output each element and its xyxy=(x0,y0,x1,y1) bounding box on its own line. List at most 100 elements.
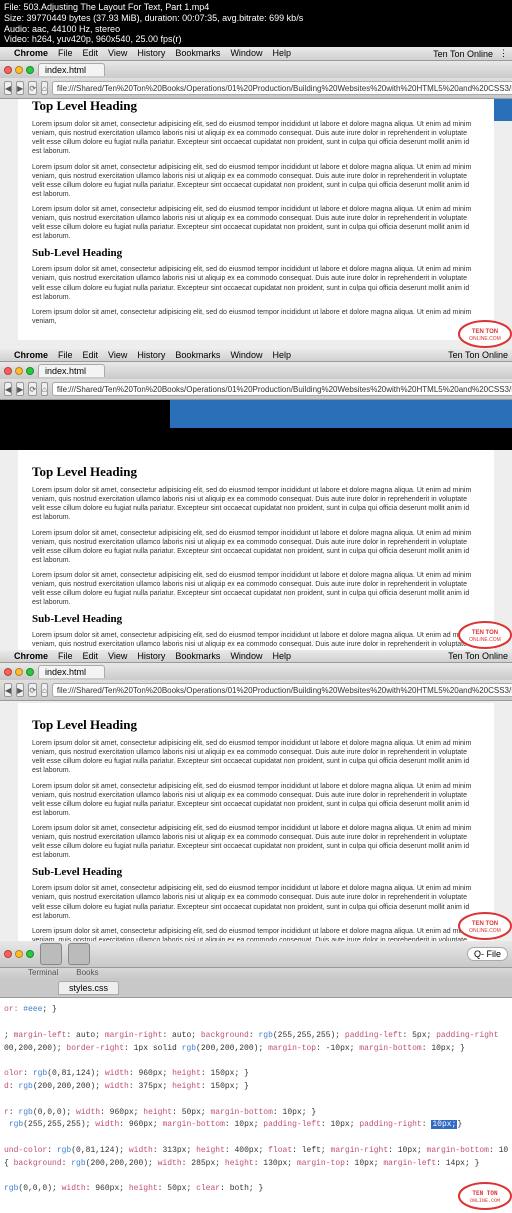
window-controls[interactable] xyxy=(4,66,34,74)
page-content-2: Top Level Heading Lorem ipsum dolor sit … xyxy=(18,450,494,650)
back-button[interactable]: ◀ xyxy=(4,81,12,95)
code-editor[interactable]: or: #eee; } ; margin-left: auto; margin-… xyxy=(0,998,512,1213)
menu-right: Ten Ton Online xyxy=(448,350,508,360)
mac-menubar-1: Chrome File Edit View History Bookmarks … xyxy=(0,47,512,61)
watermark-icon: TEN TONONLINE.COM xyxy=(457,1181,512,1211)
video-file: File: 503.Adjusting The Layout For Text,… xyxy=(4,2,508,13)
bookmarks-menu[interactable]: Bookmarks xyxy=(175,48,220,59)
url-input[interactable]: file:///Shared/Ten%20Ton%20Books/Operati… xyxy=(52,382,512,396)
paragraph: Lorem ipsum dolor sit amet, consectetur … xyxy=(32,824,480,860)
selected-text: 10px; xyxy=(431,1120,457,1129)
viewport-2: Top Level Heading Lorem ipsum dolor sit … xyxy=(0,400,512,650)
window-controls[interactable] xyxy=(4,950,34,958)
bookmarks-menu[interactable]: Bookmarks xyxy=(175,651,220,661)
view-menu[interactable]: View xyxy=(108,651,127,661)
watermark-icon: TEN TONONLINE.COM xyxy=(457,319,512,349)
window-menu[interactable]: Window xyxy=(230,350,262,360)
svg-text:ONLINE.COM: ONLINE.COM xyxy=(469,637,501,643)
hero-blue xyxy=(170,400,512,428)
viewport-1: Top Level Heading Lorem ipsum dolor sit … xyxy=(0,99,512,349)
paragraph: Lorem ipsum dolor sit amet, consectetur … xyxy=(32,120,480,156)
zoom-icon xyxy=(26,66,34,74)
watermark-icon: TEN TONONLINE.COM xyxy=(457,911,512,941)
url-input[interactable]: file:///Shared/Ten%20Ton%20Books/Operati… xyxy=(52,683,512,697)
terminal-label: Terminal xyxy=(28,968,58,977)
mac-menubar-3: Chrome File Edit View History Bookmarks … xyxy=(0,650,512,663)
sub-heading: Sub-Level Heading xyxy=(32,866,480,878)
app-menu[interactable]: Chrome xyxy=(14,651,48,661)
mac-menubar-2: Chrome File Edit View History Bookmarks … xyxy=(0,349,512,362)
home-button[interactable]: ⌂ xyxy=(41,683,48,697)
sub-heading: Sub-Level Heading xyxy=(32,613,480,625)
file-menu[interactable]: File xyxy=(58,350,73,360)
edit-menu[interactable]: Edit xyxy=(83,350,99,360)
books-icon[interactable] xyxy=(68,943,90,965)
back-button[interactable]: ◀ xyxy=(4,683,12,697)
help-menu[interactable]: Help xyxy=(272,48,291,59)
banner-nav xyxy=(0,400,512,450)
video-codec: Video: h264, yuv420p, 960x540, 25.00 fps… xyxy=(4,34,508,45)
viewport-3: Top Level Heading Lorem ipsum dolor sit … xyxy=(0,701,512,941)
paragraph: Lorem ipsum dolor sit amet, consectetur … xyxy=(32,739,480,775)
home-button[interactable]: ⌂ xyxy=(41,81,48,95)
browser-tab[interactable]: index.html xyxy=(38,63,105,76)
paragraph: Lorem ipsum dolor sit amet, consectetur … xyxy=(32,308,480,326)
wifi-icon[interactable]: ⋮ xyxy=(499,48,508,59)
editor-window: Q- File Terminal Books styles.css or: #e… xyxy=(0,941,512,1213)
bookmarks-menu[interactable]: Bookmarks xyxy=(175,350,220,360)
address-bar-1: ◀ ▶ ⟳ ⌂ file:///Shared/Ten%20Ton%20Books… xyxy=(0,78,512,99)
svg-text:TEN TON: TEN TON xyxy=(472,630,498,636)
page-content-3: Top Level Heading Lorem ipsum dolor sit … xyxy=(18,703,494,941)
brand-label: Ten Ton Online xyxy=(448,350,508,360)
svg-text:TEN TON: TEN TON xyxy=(472,329,498,335)
paragraph: Lorem ipsum dolor sit amet, consectetur … xyxy=(32,486,480,522)
forward-button[interactable]: ▶ xyxy=(16,683,24,697)
video-meta: File: 503.Adjusting The Layout For Text,… xyxy=(0,0,512,47)
url-input[interactable]: file:///Shared/Ten%20Ton%20Books/Operati… xyxy=(52,81,512,95)
history-menu[interactable]: History xyxy=(137,350,165,360)
reload-button[interactable]: ⟳ xyxy=(28,683,37,697)
sub-heading: Sub-Level Heading xyxy=(32,247,480,259)
tab-styles-css[interactable]: styles.css xyxy=(58,981,119,995)
terminal-icon[interactable] xyxy=(40,943,62,965)
svg-text:ONLINE.COM: ONLINE.COM xyxy=(469,928,501,934)
app-menu[interactable]: Chrome xyxy=(14,350,48,360)
books-label: Books xyxy=(76,968,98,977)
window-menu[interactable]: Window xyxy=(230,651,262,661)
edit-menu[interactable]: Edit xyxy=(83,48,99,59)
app-menu[interactable]: Chrome xyxy=(14,48,48,59)
edit-menu[interactable]: Edit xyxy=(83,651,99,661)
history-menu[interactable]: History xyxy=(137,48,165,59)
history-menu[interactable]: History xyxy=(137,651,165,661)
video-audio: Audio: aac, 44100 Hz, stereo xyxy=(4,24,508,35)
file-menu[interactable]: File xyxy=(58,48,73,59)
help-menu[interactable]: Help xyxy=(272,651,291,661)
browser-tab[interactable]: index.html xyxy=(38,364,105,377)
url-text: file:///Shared/Ten%20Ton%20Books/Operati… xyxy=(57,84,512,93)
menu-right: Ten Ton Online ⋮ xyxy=(433,48,508,59)
view-menu[interactable]: View xyxy=(108,350,127,360)
window-menu[interactable]: Window xyxy=(230,48,262,59)
reload-button[interactable]: ⟳ xyxy=(28,382,37,396)
watermark-icon: TEN TONONLINE.COM xyxy=(457,620,512,650)
forward-button[interactable]: ▶ xyxy=(16,382,24,396)
editor-tabs: styles.css xyxy=(0,979,512,998)
tab-bar-3: index.html xyxy=(0,663,512,680)
paragraph: Lorem ipsum dolor sit amet, consectetur … xyxy=(32,205,480,241)
home-button[interactable]: ⌂ xyxy=(41,382,48,396)
view-menu[interactable]: View xyxy=(108,48,127,59)
url-text: file:///Shared/Ten%20Ton%20Books/Operati… xyxy=(57,686,512,695)
back-button[interactable]: ◀ xyxy=(4,382,12,396)
window-controls[interactable] xyxy=(4,367,34,375)
brand-label: Ten Ton Online xyxy=(448,651,508,661)
paragraph: Lorem ipsum dolor sit amet, consectetur … xyxy=(32,529,480,565)
file-menu[interactable]: File xyxy=(58,651,73,661)
reload-button[interactable]: ⟳ xyxy=(28,81,37,95)
paragraph: Lorem ipsum dolor sit amet, consectetur … xyxy=(32,163,480,199)
help-menu[interactable]: Help xyxy=(272,350,291,360)
window-controls[interactable] xyxy=(4,668,34,676)
forward-button[interactable]: ▶ xyxy=(16,81,24,95)
search-field[interactable]: Q- File xyxy=(467,947,508,961)
svg-text:ONLINE.COM: ONLINE.COM xyxy=(470,1198,500,1204)
browser-tab[interactable]: index.html xyxy=(38,665,105,678)
